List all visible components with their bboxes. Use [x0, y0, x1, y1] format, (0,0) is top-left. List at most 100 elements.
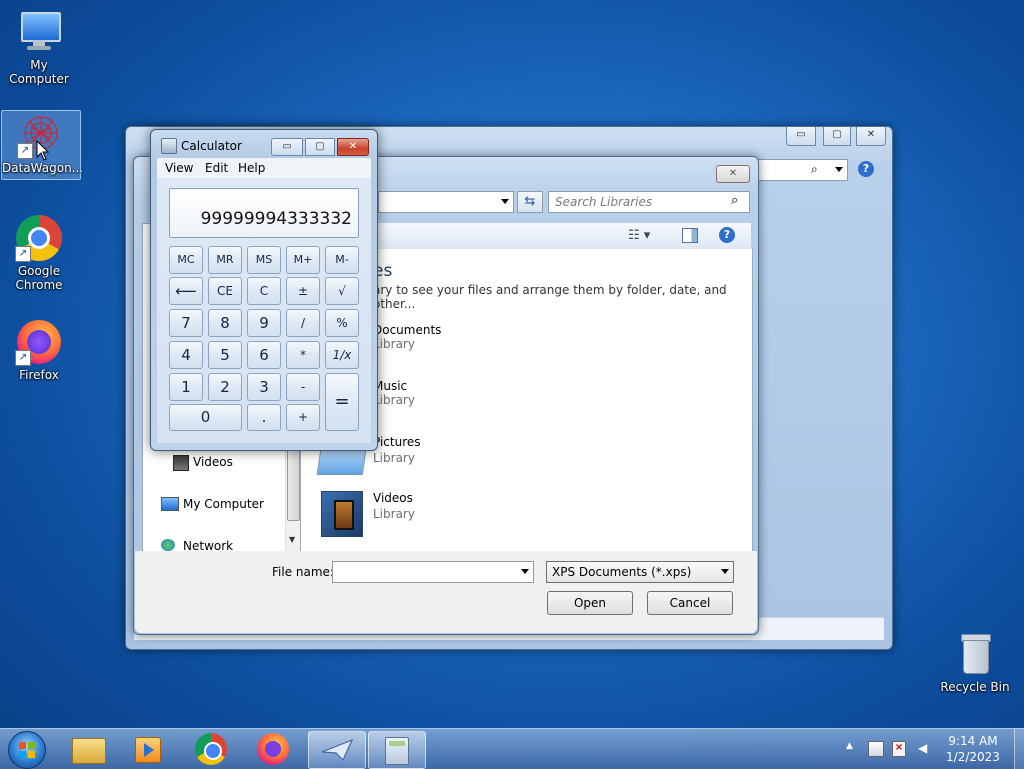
- percent-button[interactable]: %: [325, 309, 359, 337]
- chrome-icon: ↗: [15, 214, 63, 262]
- chevron-down-icon[interactable]: [521, 569, 529, 574]
- digit-1-button[interactable]: 1: [169, 373, 203, 401]
- show-desktop-button[interactable]: [1014, 729, 1024, 769]
- firefox-icon: ↗: [15, 318, 63, 366]
- add-button[interactable]: +: [286, 404, 320, 431]
- taskbar-calculator[interactable]: [368, 731, 426, 769]
- digit-9-button[interactable]: 9: [247, 309, 281, 337]
- maximize-button[interactable]: ▢: [823, 127, 851, 146]
- digit-7-button[interactable]: 7: [169, 309, 203, 337]
- desktop-icon-label: Recycle Bin: [940, 680, 1010, 694]
- digit-2-button[interactable]: 2: [208, 373, 242, 401]
- network-tray-icon[interactable]: [868, 741, 884, 757]
- help-icon[interactable]: ?: [858, 161, 874, 177]
- backspace-button[interactable]: ⟵: [169, 277, 203, 305]
- digit-4-button[interactable]: 4: [169, 341, 203, 369]
- clock[interactable]: 9:14 AM 1/2/2023: [936, 733, 1010, 765]
- nav-label: My Computer: [183, 497, 264, 511]
- equals-button[interactable]: =: [325, 373, 359, 431]
- maximize-button[interactable]: ▢: [305, 138, 335, 156]
- desktop-icon-label: Firefox: [19, 368, 59, 382]
- computer-icon: [161, 497, 179, 511]
- file-name-input[interactable]: [332, 561, 534, 583]
- library-name: Documents: [373, 323, 442, 337]
- desktop-icon-recycle-bin[interactable]: Recycle Bin: [936, 630, 1014, 694]
- minimize-button[interactable]: ▭: [271, 138, 303, 156]
- menu-edit[interactable]: Edit: [205, 161, 228, 175]
- divide-button[interactable]: /: [286, 309, 320, 337]
- chevron-down-icon[interactable]: ▼: [289, 535, 295, 544]
- clear-entry-button[interactable]: CE: [208, 277, 242, 305]
- digit-5-button[interactable]: 5: [208, 341, 242, 369]
- start-button[interactable]: [8, 731, 46, 769]
- address-bar[interactable]: [378, 191, 514, 213]
- preview-pane-icon[interactable]: [682, 228, 698, 243]
- square-root-button[interactable]: √: [325, 277, 359, 305]
- search-libraries-box[interactable]: Search Libraries ⌕: [548, 191, 750, 213]
- taskbar-chrome[interactable]: [184, 731, 238, 767]
- file-name-label: File name:: [272, 565, 334, 579]
- library-item-videos[interactable]: Videos Library: [319, 491, 519, 539]
- minimize-button[interactable]: ▭: [786, 127, 816, 146]
- close-button[interactable]: ✕: [856, 127, 886, 146]
- decimal-button[interactable]: .: [247, 404, 281, 431]
- chevron-down-icon: [501, 199, 509, 204]
- shortcut-arrow-icon: ↗: [15, 246, 31, 262]
- taskbar-datawagon[interactable]: [308, 731, 366, 769]
- menu-help[interactable]: Help: [238, 161, 265, 175]
- memory-add-button[interactable]: M+: [286, 246, 320, 274]
- close-button[interactable]: ✕: [337, 138, 369, 156]
- desktop-icon-firefox[interactable]: ↗ Firefox: [0, 318, 78, 382]
- taskbar-firefox[interactable]: [246, 731, 300, 767]
- paper-plane-icon: [321, 738, 353, 762]
- nav-item-my-computer[interactable]: My Computer: [161, 496, 291, 514]
- view-options-icon[interactable]: ☷ ▾: [628, 228, 650, 243]
- firefox-icon: [257, 733, 289, 765]
- refresh-icon[interactable]: ⇆: [517, 191, 543, 213]
- cancel-button[interactable]: Cancel: [647, 591, 733, 615]
- library-name: Music: [373, 379, 408, 393]
- desktop-icon-google-chrome[interactable]: ↗ Google Chrome: [0, 214, 78, 292]
- library-item-music[interactable]: Music Library: [373, 379, 415, 407]
- explorer-search-box[interactable]: ⌕: [746, 159, 848, 181]
- negate-button[interactable]: ±: [286, 277, 320, 305]
- digit-8-button[interactable]: 8: [208, 309, 242, 337]
- reciprocal-button[interactable]: 1/x: [325, 341, 359, 369]
- digit-3-button[interactable]: 3: [247, 373, 281, 401]
- digit-0-button[interactable]: 0: [169, 404, 242, 431]
- memory-recall-button[interactable]: MR: [208, 246, 242, 274]
- taskbar-media-player[interactable]: [120, 731, 174, 767]
- show-hidden-icons-chevron-icon[interactable]: ▲: [846, 741, 853, 751]
- library-name: Pictures: [373, 435, 421, 449]
- library-type: Library: [373, 393, 415, 407]
- subtract-button[interactable]: -: [286, 373, 320, 401]
- clear-button[interactable]: C: [247, 277, 281, 305]
- taskbar-explorer[interactable]: [60, 731, 114, 767]
- videos-icon: [173, 455, 189, 471]
- open-button[interactable]: Open: [547, 591, 633, 615]
- chevron-down-icon: [835, 167, 843, 172]
- action-center-flag-icon[interactable]: ×: [892, 741, 906, 757]
- multiply-button[interactable]: *: [286, 341, 320, 369]
- menu-view[interactable]: View: [165, 161, 193, 175]
- memory-subtract-button[interactable]: M-: [325, 246, 359, 274]
- nav-item-videos[interactable]: Videos: [173, 454, 293, 472]
- search-icon: ⌕: [811, 162, 818, 176]
- volume-icon[interactable]: ◀: [918, 741, 927, 755]
- desktop-icon-label: My Computer: [9, 58, 69, 86]
- desktop-icon-my-computer[interactable]: My Computer: [0, 8, 78, 86]
- digit-6-button[interactable]: 6: [247, 341, 281, 369]
- library-item-documents[interactable]: Documents Library: [373, 323, 441, 351]
- file-type-select[interactable]: XPS Documents (*.xps): [546, 561, 734, 583]
- memory-store-button[interactable]: MS: [247, 246, 281, 274]
- dialog-close-button[interactable]: ✕: [716, 165, 750, 183]
- calculator-menu-bar: View Edit Help: [157, 158, 371, 178]
- help-icon[interactable]: ?: [719, 227, 735, 243]
- shortcut-arrow-icon: ↗: [15, 350, 31, 366]
- calculator-window[interactable]: Calculator ▭ ▢ ✕ View Edit Help 99999994…: [150, 129, 378, 451]
- chrome-icon: [195, 733, 227, 765]
- display-value: 99999994333332: [200, 209, 352, 229]
- nav-item-network[interactable]: Network: [161, 538, 291, 552]
- folder-icon: [72, 738, 106, 764]
- memory-clear-button[interactable]: MC: [169, 246, 203, 274]
